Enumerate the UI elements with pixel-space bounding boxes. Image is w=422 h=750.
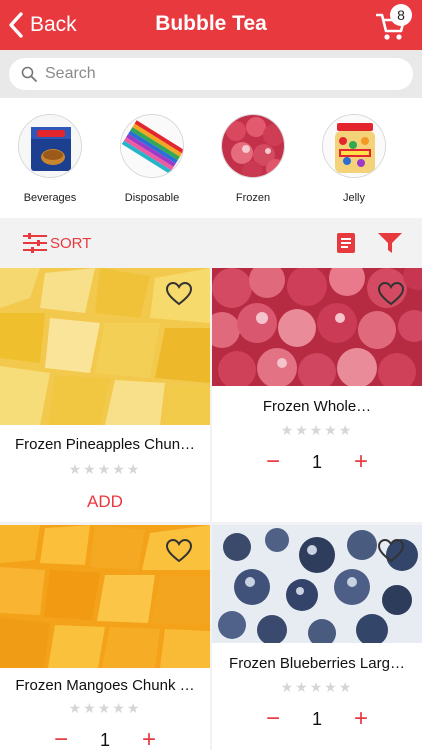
sort-filter-bar: SORT (0, 218, 422, 268)
quantity-stepper: − 1 + (212, 707, 422, 731)
product-card-blueberries[interactable]: Frozen Blueberries Larg… ★★★★★ − 1 + (212, 525, 422, 750)
product-name: Frozen Mangoes Chunk … (15, 677, 195, 694)
search-icon (21, 66, 37, 82)
search-input[interactable] (45, 65, 365, 83)
rating-stars: ★★★★★ (68, 700, 142, 716)
decrease-quantity-button[interactable]: − (264, 450, 282, 474)
increase-quantity-button[interactable]: + (140, 728, 158, 750)
heart-icon[interactable] (378, 282, 404, 306)
add-to-cart-button[interactable]: ADD (0, 492, 210, 512)
category-beverages[interactable]: Beverages (10, 114, 90, 204)
jelly-jar-image (322, 114, 386, 178)
category-jelly[interactable]: Jelly (314, 114, 394, 204)
quantity-stepper: − 1 + (0, 728, 210, 750)
search-bar (0, 50, 422, 98)
quantity-value: 1 (312, 451, 323, 472)
category-label: Beverages (23, 192, 77, 204)
product-name: Frozen Pineapples Chun… (14, 436, 196, 453)
heart-icon[interactable] (166, 282, 192, 306)
frozen-berries-image (221, 114, 285, 178)
rating-stars: ★★★★★ (68, 461, 142, 477)
app-screen: Back Bubble Tea 8 Search Beverages Dispo… (0, 0, 422, 750)
category-label: Disposable (124, 192, 180, 204)
filter-icon[interactable] (377, 232, 403, 254)
sort-button[interactable]: SORT (22, 232, 91, 254)
sliders-icon (23, 233, 47, 253)
category-label: Jelly (342, 192, 365, 204)
product-name: Frozen Blueberries Larg… (229, 655, 405, 672)
decrease-quantity-button[interactable]: − (264, 707, 282, 731)
cart-count-badge: 8 (390, 4, 412, 26)
heart-icon[interactable] (378, 539, 404, 563)
search-box (9, 58, 413, 90)
rating-stars: ★★★★★ (280, 422, 354, 438)
product-card-whole-strawberries[interactable]: Frozen Whole… ★★★★★ − 1 + (212, 268, 422, 522)
category-disposable[interactable]: Disposable (112, 114, 192, 204)
app-header: Back Bubble Tea 8 (0, 0, 422, 50)
tea-box-image (18, 114, 82, 178)
increase-quantity-button[interactable]: + (352, 450, 370, 474)
quantity-value: 1 (100, 729, 111, 750)
cart-button[interactable]: 8 (376, 4, 414, 42)
product-name: Frozen Whole… (262, 398, 372, 415)
page-title: Bubble Tea (155, 12, 267, 35)
heart-icon[interactable] (166, 539, 192, 563)
quantity-stepper: − 1 + (212, 450, 422, 474)
rating-stars: ★★★★★ (280, 679, 354, 695)
straws-image (120, 114, 184, 178)
list-view-icon[interactable] (336, 232, 356, 254)
category-frozen[interactable]: Frozen (213, 114, 293, 204)
category-label: Frozen (235, 192, 271, 204)
product-card-mangoes[interactable]: Frozen Mangoes Chunk … ★★★★★ − 1 + (0, 525, 210, 750)
category-strip: Beverages Disposable Frozen Jelly (0, 98, 422, 218)
product-card-pineapples[interactable]: Frozen Pineapples Chun… ★★★★★ ADD (0, 268, 210, 522)
quantity-value: 1 (312, 708, 323, 729)
sort-label: SORT (50, 234, 92, 252)
decrease-quantity-button[interactable]: − (52, 728, 70, 750)
increase-quantity-button[interactable]: + (352, 707, 370, 731)
